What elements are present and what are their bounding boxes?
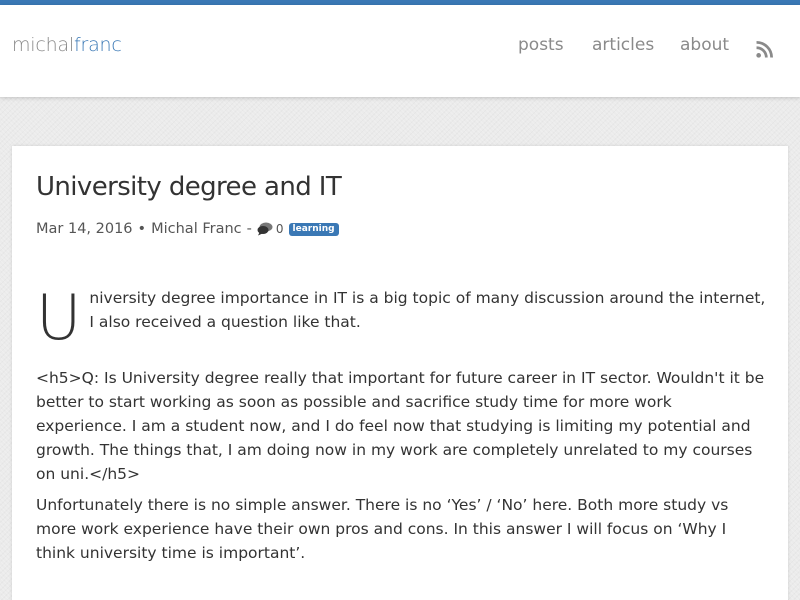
post-paragraph-answer: Unfortunately there is no simple answer.… [36, 496, 729, 562]
meta-dash: - [246, 221, 252, 237]
nav-posts-link[interactable]: posts [518, 35, 564, 55]
rss-icon[interactable] [756, 41, 773, 58]
post-paragraph-question: <h5>Q: Is University degree really that … [36, 369, 765, 483]
post-paragraph-intro: University degree importance in IT is a … [36, 281, 766, 354]
drop-cap: U [36, 281, 82, 354]
site-logo-link[interactable]: michalfranc [12, 34, 122, 56]
nav-about-link[interactable]: about [680, 35, 729, 55]
site-header: michalfranc posts articles about [0, 5, 800, 97]
tag-learning[interactable]: learning [288, 222, 339, 236]
brand-last: franc [74, 34, 122, 56]
post-meta: Mar 14, 2016 • Michal Franc - 0 learning [36, 221, 339, 237]
post-title: University degree and IT [36, 172, 342, 202]
post-author: Michal Franc [151, 221, 242, 237]
post-card: University degree and IT Mar 14, 2016 • … [12, 146, 788, 600]
brand-first: michal [12, 34, 74, 56]
meta-bullet: • [137, 221, 147, 237]
post-date: Mar 14, 2016 [36, 221, 133, 237]
comments-icon[interactable] [257, 222, 273, 236]
nav-articles-link[interactable]: articles [592, 35, 654, 55]
comment-count[interactable]: 0 [276, 222, 284, 236]
intro-text: niversity degree importance in IT is a b… [89, 289, 766, 331]
